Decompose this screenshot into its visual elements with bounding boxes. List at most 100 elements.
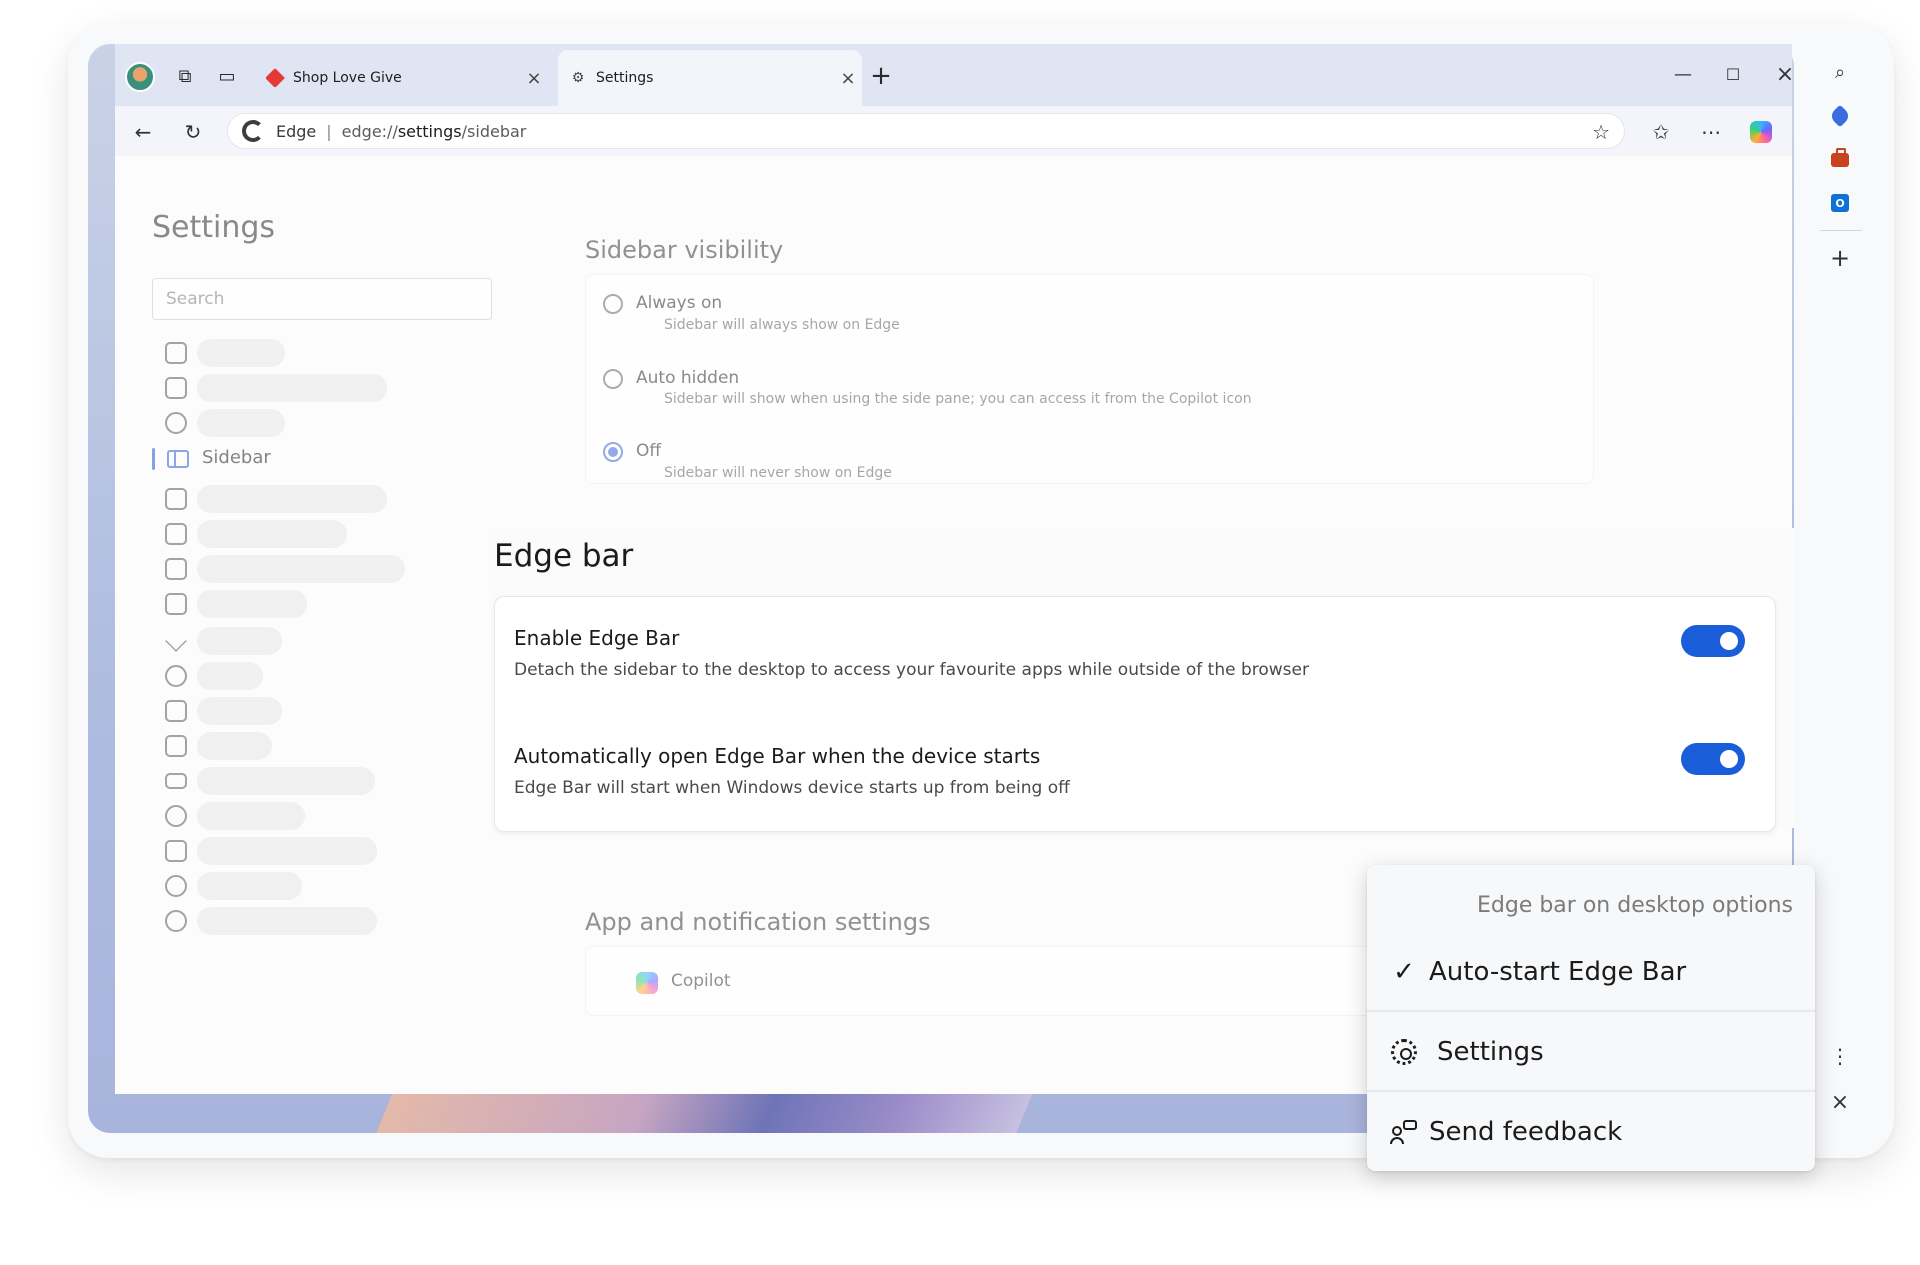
laptop-icon — [165, 773, 187, 789]
sidebar-visibility-card: Always on Sidebar will always show on Ed… — [585, 274, 1594, 484]
edge-bar-card: Enable Edge Bar Detach the sidebar to th… — [494, 596, 1776, 832]
sidebar-item-sidebar[interactable]: Sidebar — [202, 447, 271, 468]
menu-item-auto-start[interactable]: ✓ Auto-start Edge Bar — [1367, 932, 1815, 1011]
search-field[interactable] — [152, 278, 492, 320]
nav-placeholder — [197, 374, 387, 402]
nav-placeholder — [197, 697, 282, 725]
edge-bar-options-menu: Edge bar on desktop options ✓ Auto-start… — [1367, 865, 1815, 1171]
close-tab-icon[interactable]: × — [520, 68, 548, 89]
search-icon[interactable]: ⌕ — [1828, 60, 1852, 84]
nav-item[interactable] — [152, 731, 452, 761]
heart-icon — [265, 68, 285, 88]
nav-item[interactable] — [152, 373, 452, 403]
menu-item-send-feedback[interactable]: Send feedback — [1367, 1092, 1815, 1171]
gear-icon: ⚙ — [571, 70, 585, 86]
nav-item[interactable] — [152, 871, 452, 901]
nav-active-indicator — [152, 448, 155, 470]
nav-item[interactable] — [152, 801, 452, 831]
edge-bar-heading: Edge bar — [494, 538, 634, 574]
more-options-icon[interactable]: ⋯ — [1695, 116, 1727, 148]
url-prefix: edge:// — [341, 121, 398, 141]
close-window-icon[interactable]: × — [1767, 60, 1803, 88]
menu-item-settings[interactable]: Settings — [1367, 1012, 1815, 1091]
address-separator: | — [326, 121, 332, 141]
window-icon — [165, 488, 187, 510]
nav-item[interactable] — [152, 338, 452, 368]
more-vertical-icon[interactable]: ⋮ — [1828, 1044, 1852, 1068]
title-bar: ⧉ ▭ Shop Love Give × ⚙ Settings × + — ☐ … — [115, 44, 1794, 106]
tab-label: Shop Love Give — [293, 70, 402, 86]
profile-avatar[interactable] — [125, 62, 155, 92]
menu-item-label: Settings — [1437, 1036, 1544, 1067]
search-input[interactable] — [153, 279, 491, 319]
nav-placeholder — [197, 590, 307, 618]
sidebar-icon — [167, 450, 189, 468]
nav-item[interactable] — [152, 484, 452, 514]
site-permissions-icon — [165, 558, 187, 580]
rail-divider — [1820, 230, 1862, 231]
nav-item[interactable] — [152, 408, 452, 438]
menu-item-label: Send feedback — [1429, 1116, 1623, 1147]
option-label: Auto hidden — [636, 368, 740, 388]
nav-item[interactable] — [152, 519, 452, 549]
nav-placeholder — [197, 485, 387, 513]
site-name: Edge — [276, 121, 317, 141]
close-icon[interactable]: × — [1828, 1090, 1852, 1115]
tab-shop-love-give[interactable]: Shop Love Give × — [255, 50, 548, 106]
copilot-icon — [636, 972, 658, 994]
tools-icon[interactable] — [1828, 148, 1852, 172]
radio-always-on[interactable] — [603, 294, 623, 314]
new-tab-icon[interactable]: + — [869, 61, 893, 91]
settings-title: Settings — [152, 210, 276, 245]
share-icon — [165, 523, 187, 545]
nav-item[interactable] — [152, 661, 452, 691]
maximize-icon[interactable]: ☐ — [1715, 60, 1751, 88]
option-label: Off — [636, 441, 662, 461]
auto-open-edge-bar-desc: Edge Bar will start when Windows device … — [514, 778, 1070, 798]
url-suffix: /sidebar — [461, 121, 527, 141]
profile-icon — [165, 342, 187, 364]
auto-open-edge-bar-toggle[interactable] — [1681, 743, 1745, 775]
shopping-tag-icon[interactable] — [1828, 104, 1852, 128]
nav-placeholder — [197, 520, 347, 548]
workspaces-icon[interactable]: ⧉ — [173, 64, 197, 88]
app-card[interactable]: Copilot — [585, 946, 1385, 1016]
menu-header: Edge bar on desktop options — [1476, 893, 1793, 918]
back-icon[interactable]: ← — [127, 116, 159, 148]
nav-placeholder — [197, 409, 285, 437]
nav-item[interactable] — [152, 906, 452, 936]
nav-item[interactable] — [152, 589, 452, 619]
favorites-icon[interactable]: ✩ — [1645, 116, 1677, 148]
printer-icon — [165, 735, 187, 757]
nav-placeholder — [197, 662, 263, 690]
address-bar[interactable]: Edge | edge:// settings /sidebar ☆ — [227, 113, 1625, 149]
outlook-icon[interactable]: O — [1828, 191, 1852, 215]
edge-logo-icon — [242, 120, 264, 142]
app-label: Copilot — [671, 971, 731, 991]
radio-off[interactable] — [603, 442, 623, 462]
browser-icon — [165, 593, 187, 615]
add-favorite-icon[interactable]: ☆ — [1592, 120, 1610, 144]
nav-item[interactable] — [152, 626, 452, 656]
auto-open-edge-bar-title: Automatically open Edge Bar when the dev… — [514, 744, 1041, 768]
nav-placeholder — [197, 339, 285, 367]
tab-actions-icon[interactable]: ▭ — [215, 64, 239, 88]
phone-icon — [165, 840, 187, 862]
tab-settings[interactable]: ⚙ Settings × — [558, 50, 862, 106]
copilot-icon[interactable] — [1750, 121, 1772, 143]
checkmark-icon: ✓ — [1393, 956, 1415, 987]
radio-auto-hidden[interactable] — [603, 369, 623, 389]
refresh-icon[interactable]: ↻ — [177, 116, 209, 148]
about-edge-icon — [165, 910, 187, 932]
close-tab-icon[interactable]: × — [834, 68, 862, 89]
add-app-icon[interactable]: + — [1828, 244, 1852, 272]
nav-item[interactable] — [152, 766, 452, 796]
nav-item[interactable] — [152, 554, 452, 584]
nav-item[interactable] — [152, 696, 452, 726]
nav-placeholder — [197, 872, 302, 900]
nav-item[interactable] — [152, 836, 452, 866]
nav-placeholder — [197, 627, 282, 655]
minimize-icon[interactable]: — — [1665, 60, 1701, 88]
enable-edge-bar-toggle[interactable] — [1681, 625, 1745, 657]
gear-icon — [1389, 1037, 1419, 1067]
